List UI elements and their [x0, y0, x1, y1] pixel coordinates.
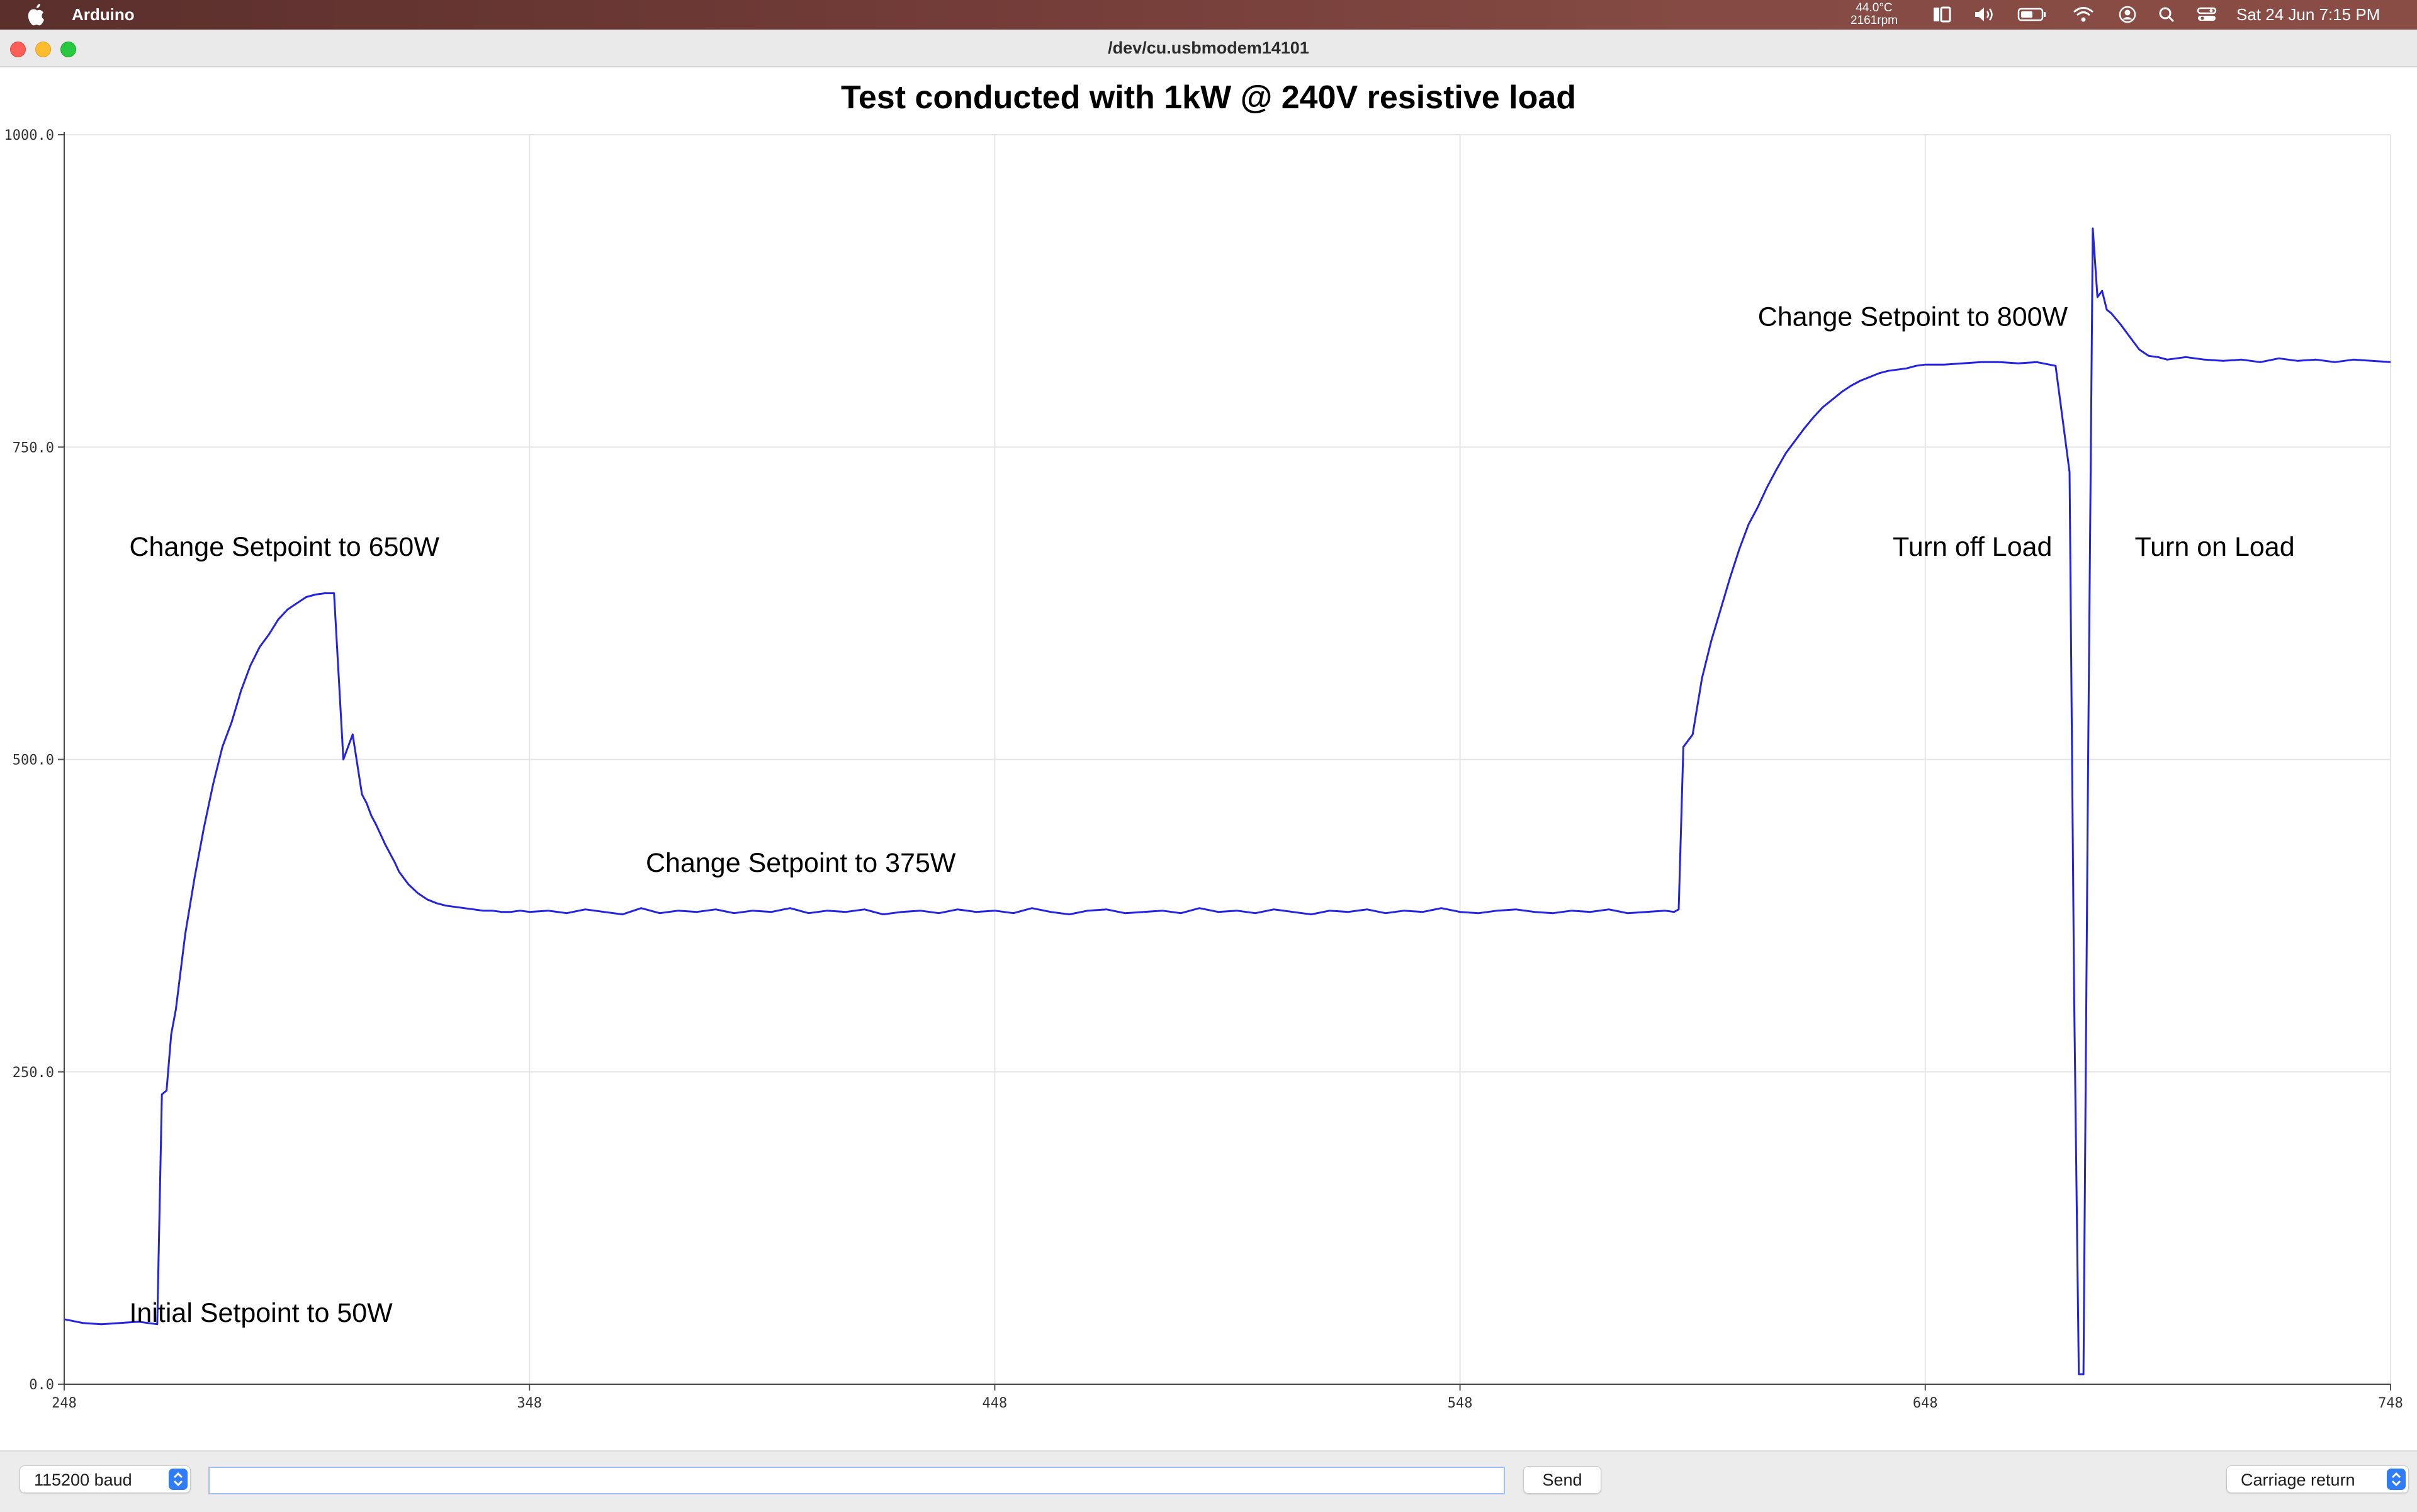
battery-icon[interactable]: [2017, 5, 2048, 24]
user-icon[interactable]: [2116, 5, 2139, 24]
chart-annotation: Change Setpoint to 375W: [646, 848, 956, 878]
serial-controls: 115200 baud Send Carriage return: [0, 1450, 2417, 1512]
system-stats[interactable]: 44.0°C 2161rpm: [1851, 2, 1898, 27]
y-tick-label: 0.0: [29, 1377, 54, 1393]
y-tick-label: 250.0: [13, 1065, 54, 1081]
x-tick-label: 348: [517, 1396, 542, 1411]
select-arrows-icon: [169, 1469, 188, 1490]
apple-icon[interactable]: [26, 3, 47, 26]
power-chart: Test conducted with 1kW @ 240V resistive…: [4, 79, 2403, 1411]
stage-manager-icon[interactable]: [1931, 5, 1954, 24]
control-center-icon[interactable]: [2195, 5, 2218, 24]
serial-message-input[interactable]: [208, 1467, 1505, 1494]
y-tick-label: 500.0: [13, 753, 54, 769]
x-tick-label: 248: [52, 1396, 77, 1411]
y-tick-label: 1000.0: [4, 128, 54, 144]
chart-title: Test conducted with 1kW @ 240V resistive…: [841, 79, 1576, 116]
chart-annotation: Turn off Load: [1893, 532, 2052, 562]
wifi-icon[interactable]: [2072, 5, 2095, 24]
chart-annotation: Initial Setpoint to 50W: [129, 1298, 393, 1328]
chart-annotation: Change Setpoint to 650W: [129, 532, 439, 562]
temperature-reading: 44.0°C: [1856, 1, 1893, 14]
fan-speed-reading: 2161rpm: [1851, 14, 1898, 27]
search-icon[interactable]: [2156, 5, 2178, 24]
line-ending-select[interactable]: Carriage return: [2226, 1465, 2409, 1493]
line-ending-label: Carriage return: [2241, 1470, 2355, 1489]
baud-rate-label: 115200 baud: [34, 1470, 132, 1489]
volume-icon[interactable]: [1973, 5, 1996, 24]
serial-plotter: Test conducted with 1kW @ 240V resistive…: [0, 67, 2417, 1450]
chart-annotation: Turn on Load: [2134, 532, 2294, 562]
select-arrows-icon: [2387, 1469, 2406, 1490]
send-button[interactable]: Send: [1523, 1466, 1601, 1494]
menu-bar: Arduino 44.0°C 2161rpm Sat 24 Jun 7:15 P…: [0, 0, 2417, 30]
chart-annotations: Initial Setpoint to 50W Change Setpoint t…: [129, 302, 2294, 1328]
app-menu-name[interactable]: Arduino: [72, 5, 135, 25]
x-tick-label: 648: [1913, 1396, 1938, 1411]
window-title: /dev/cu.usbmodem14101: [1108, 38, 1309, 57]
x-tick-label: 548: [1448, 1396, 1473, 1411]
y-tick-label: 750.0: [13, 440, 54, 456]
x-tick-label: 748: [2378, 1396, 2403, 1411]
menu-clock[interactable]: Sat 24 Jun 7:15 PM: [2236, 5, 2380, 25]
chart-annotation: Change Setpoint to 800W: [1758, 302, 2068, 332]
window-title-bar: /dev/cu.usbmodem14101: [0, 30, 2417, 67]
chart-series: [64, 227, 2391, 1375]
baud-rate-select[interactable]: 115200 baud: [20, 1465, 191, 1493]
series-line: [64, 227, 2391, 1375]
x-tick-label: 448: [983, 1396, 1008, 1411]
